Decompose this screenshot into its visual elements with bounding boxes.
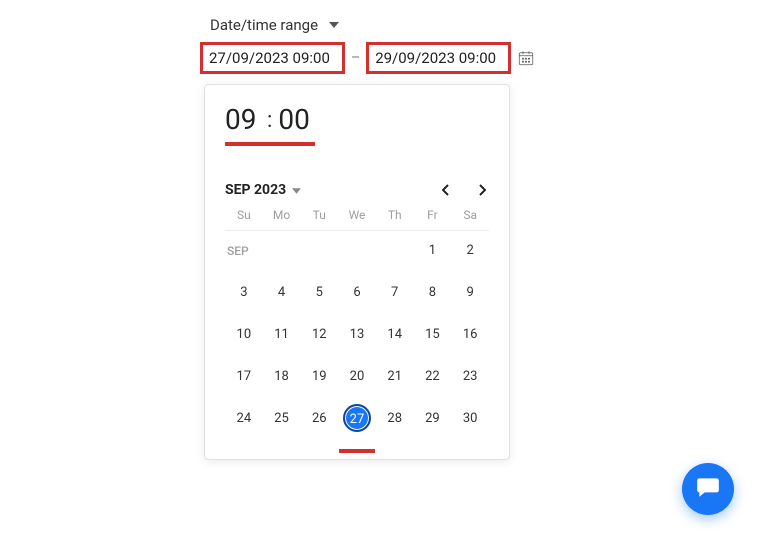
day-cell[interactable]: 15 (414, 323, 452, 347)
range-label: Date/time range (210, 16, 318, 34)
day-cell[interactable]: 16 (451, 323, 489, 347)
day-cell[interactable]: 29 (414, 407, 452, 431)
day-cell[interactable]: 20 (338, 365, 376, 389)
weekday-we: We (338, 208, 376, 222)
next-month-button[interactable] (475, 183, 489, 197)
weekday-th: Th (376, 208, 414, 222)
range-label-row[interactable]: Date/time range (200, 16, 766, 34)
day-cell[interactable]: 23 (451, 365, 489, 389)
annotation-underline (339, 449, 375, 453)
calendar-icon[interactable] (517, 49, 535, 67)
day-cell[interactable]: 2 (451, 239, 489, 263)
day-cell[interactable]: 3 (225, 281, 263, 305)
blank-cell (300, 239, 338, 263)
time-minutes[interactable]: 00 (278, 103, 314, 136)
weekday-su: Su (225, 208, 263, 222)
prev-month-button[interactable] (439, 183, 453, 197)
month-short-label: SEP (225, 239, 263, 263)
day-cell[interactable]: 6 (338, 281, 376, 305)
day-cell[interactable]: 10 (225, 323, 263, 347)
day-cell[interactable]: 24 (225, 407, 263, 431)
day-cell[interactable]: 4 (263, 281, 301, 305)
calendar-grid: SEP1234567891011121314151617181920212223… (225, 239, 489, 431)
weekday-mo: Mo (263, 208, 301, 222)
day-cell[interactable]: 13 (338, 323, 376, 347)
day-cell[interactable]: 17 (225, 365, 263, 389)
day-cell[interactable]: 26 (300, 407, 338, 431)
blank-cell (338, 239, 376, 263)
time-hours[interactable]: 09 (225, 103, 261, 136)
chat-button[interactable] (682, 463, 734, 515)
weekday-fr: Fr (414, 208, 452, 222)
day-cell[interactable]: 27 (338, 407, 376, 431)
month-selector[interactable]: SEP 2023 (225, 182, 301, 198)
day-cell[interactable]: 21 (376, 365, 414, 389)
chat-icon (695, 474, 721, 504)
chevron-down-icon (328, 19, 340, 31)
day-cell[interactable]: 14 (376, 323, 414, 347)
day-cell[interactable]: 12 (300, 323, 338, 347)
day-cell[interactable]: 19 (300, 365, 338, 389)
blank-cell (376, 239, 414, 263)
weekday-tu: Tu (300, 208, 338, 222)
month-header: SEP 2023 (225, 182, 489, 198)
date-range-inputs: 27/09/2023 09:00 – 29/09/2023 09:00 (200, 42, 766, 74)
end-date-input[interactable]: 29/09/2023 09:00 (366, 42, 511, 74)
weekday-header: Su Mo Tu We Th Fr Sa (225, 208, 489, 231)
month-label-text: SEP 2023 (225, 182, 286, 198)
day-cell[interactable]: 11 (263, 323, 301, 347)
day-cell[interactable]: 25 (263, 407, 301, 431)
range-separator: – (351, 50, 360, 66)
day-cell[interactable]: 7 (376, 281, 414, 305)
day-cell[interactable]: 28 (376, 407, 414, 431)
day-cell[interactable]: 1 (414, 239, 452, 263)
annotation-underline (225, 142, 315, 146)
triangle-down-icon (292, 182, 301, 198)
weekday-sa: Sa (451, 208, 489, 222)
day-cell[interactable]: 30 (451, 407, 489, 431)
blank-cell (263, 239, 301, 263)
day-cell[interactable]: 9 (451, 281, 489, 305)
day-cell[interactable]: 22 (414, 365, 452, 389)
datetime-popover: 09 : 00 SEP 2023 Su Mo (204, 84, 510, 460)
day-cell[interactable]: 5 (300, 281, 338, 305)
day-cell[interactable]: 18 (263, 365, 301, 389)
day-cell[interactable]: 8 (414, 281, 452, 305)
time-picker: 09 : 00 (225, 103, 489, 152)
time-colon: : (267, 108, 272, 133)
month-nav (439, 183, 489, 197)
start-date-input[interactable]: 27/09/2023 09:00 (200, 42, 345, 74)
